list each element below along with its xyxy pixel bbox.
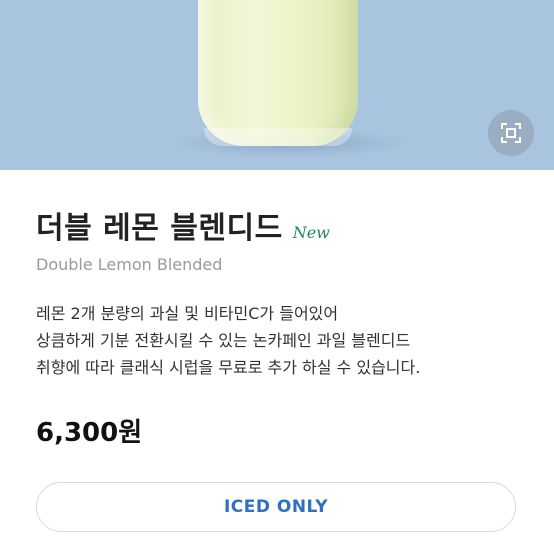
iced-only-button[interactable]: ICED ONLY (36, 482, 516, 532)
description-line: 상큼하게 기분 전환시킬 수 있는 논카페인 과일 블렌디드 (36, 331, 411, 350)
description-line: 레몬 2개 분량의 과실 및 비타민C가 들어있어 (36, 304, 339, 323)
description-line: 취향에 따라 클래식 시럽을 무료로 추가 하실 수 있습니다. (36, 358, 421, 377)
expand-icon (501, 123, 521, 143)
drink-glass (198, 0, 358, 146)
product-description: 레몬 2개 분량의 과실 및 비타민C가 들어있어 상큼하게 기분 전환시킬 수… (36, 300, 536, 381)
product-name: 더블 레몬 블렌디드 (36, 211, 283, 246)
product-price: 6,300원 (36, 418, 143, 448)
product-title-row: 더블 레몬 블렌디드 New (36, 203, 330, 247)
expand-image-button[interactable] (488, 110, 534, 156)
product-english-name: Double Lemon Blended (36, 255, 223, 274)
new-badge: New (292, 223, 330, 242)
product-image (0, 0, 554, 170)
